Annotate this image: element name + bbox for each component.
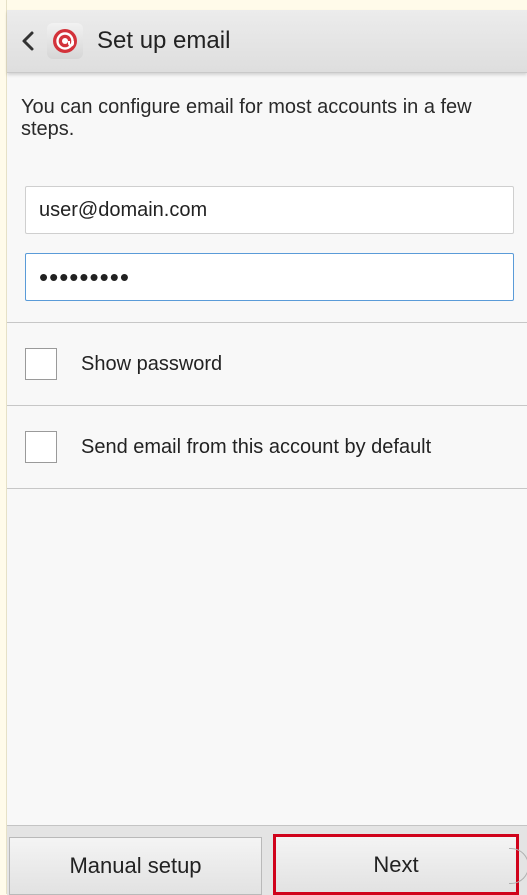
email-field[interactable]: [25, 186, 514, 234]
bottom-button-bar: Manual setup Next: [7, 825, 527, 895]
password-field[interactable]: [25, 253, 514, 301]
manual-setup-button[interactable]: Manual setup: [9, 837, 262, 895]
default-account-label: Send email from this account by default: [81, 435, 432, 458]
default-account-option[interactable]: Send email from this account by default: [7, 406, 527, 488]
status-strip: [7, 0, 527, 10]
show-password-checkbox[interactable]: [25, 348, 57, 380]
page-title: Set up email: [97, 27, 231, 54]
divider: [7, 488, 527, 489]
next-button[interactable]: Next: [273, 834, 519, 895]
email-app-icon: [47, 23, 83, 59]
action-bar: Set up email: [7, 10, 527, 73]
show-password-option[interactable]: Show password: [7, 323, 527, 405]
show-password-label: Show password: [81, 352, 223, 375]
default-account-checkbox[interactable]: [25, 431, 57, 463]
email-setup-screen: Set up email You can configure email for…: [6, 0, 527, 895]
intro-text: You can configure email for most account…: [21, 96, 472, 140]
chevron-left-icon[interactable]: [13, 10, 43, 72]
